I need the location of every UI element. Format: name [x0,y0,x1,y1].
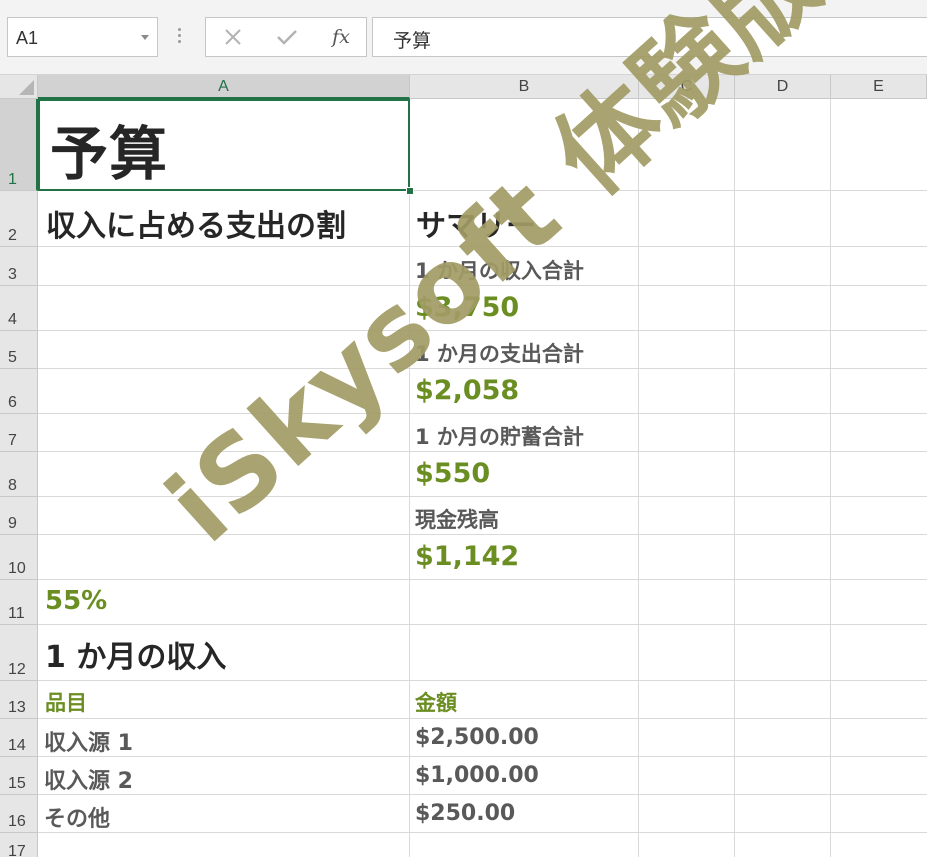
gridline [38,413,927,414]
check-icon[interactable] [272,24,302,50]
drag-handle-icon[interactable] [175,28,185,48]
summary-label-savings: 1 か月の貯蓄合計 [415,425,584,449]
gridline [38,368,927,369]
name-box[interactable]: A1 [7,17,158,57]
income-ratio-label: 収入に占める支出の割 [46,209,346,244]
row-number: 1 [8,171,17,188]
gridline [38,285,927,286]
income-row-item: その他 [44,807,111,832]
row-number: 8 [8,477,17,494]
sheet-grid: A B C D E 1 2 3 4 5 6 7 8 9 10 11 12 13 … [0,75,927,857]
row-header-17[interactable]: 17 [0,833,38,857]
gridline [38,756,927,757]
formula-input[interactable]: 予算 [372,17,927,57]
row-header-1[interactable]: 1 [0,99,38,191]
row-header-12[interactable]: 12 [0,625,38,681]
column-header-b[interactable]: B [410,75,639,99]
gridline [734,99,735,857]
formula-buttons: fx [205,17,367,57]
gridline [38,451,927,452]
spreadsheet-app: A1 fx 予算 A B C D E 1 2 3 4 5 6 7 8 9 10 … [0,0,927,857]
monthly-income-title: 1 か月の収入 [45,640,227,675]
gridline [38,680,927,681]
row-number: 5 [8,349,17,366]
row-number: 16 [8,813,26,830]
summary-label-expense: 1 か月の支出合計 [415,342,584,366]
row-number: 12 [8,661,26,678]
row-header-11[interactable]: 11 [0,580,38,625]
row-number: 6 [8,394,17,411]
column-header-e[interactable]: E [831,75,927,99]
row-header-5[interactable]: 5 [0,331,38,369]
column-header-a[interactable]: A [38,75,410,99]
row-number: 4 [8,311,17,328]
gridline [409,99,410,857]
column-header-c[interactable]: C [639,75,735,99]
gridline [38,794,927,795]
row-header-7[interactable]: 7 [0,414,38,452]
row-header-15[interactable]: 15 [0,757,38,795]
column-header-d[interactable]: D [735,75,831,99]
gridline [38,624,927,625]
gridline [638,99,639,857]
row-header-4[interactable]: 4 [0,286,38,331]
row-header-9[interactable]: 9 [0,497,38,535]
row-number: 15 [8,775,26,792]
select-all-triangle-icon [19,80,34,95]
expense-percent: 55% [45,586,108,616]
cancel-icon[interactable] [218,24,248,50]
summary-label-balance: 現金残高 [415,508,499,532]
name-box-value: A1 [16,28,39,48]
formula-value: 予算 [393,30,432,52]
summary-value-income: $3,750 [415,292,520,323]
gridline [38,579,927,580]
gridline [38,832,927,833]
gridline [38,534,927,535]
summary-value-balance: $1,142 [415,541,520,572]
summary-value-expense: $2,058 [415,375,520,406]
income-row-amount: $1,000.00 [415,763,539,788]
chevron-down-icon[interactable] [141,35,149,40]
row-header-10[interactable]: 10 [0,535,38,580]
row-number: 13 [8,699,26,716]
formula-bar: A1 fx 予算 [0,0,927,75]
row-number: 9 [8,515,17,532]
sheet-title: 予算 [50,120,169,188]
row-header-16[interactable]: 16 [0,795,38,833]
summary-title: サマリー [416,209,536,244]
row-header-6[interactable]: 6 [0,369,38,414]
income-row-amount: $250.00 [415,801,516,826]
insert-function-icon[interactable]: fx [326,24,356,50]
row-header-14[interactable]: 14 [0,719,38,757]
row-number: 7 [8,432,17,449]
income-row-item: 収入源 1 [44,731,133,756]
row-header-3[interactable]: 3 [0,247,38,286]
row-number: 17 [8,843,26,857]
column-header-amount: 金額 [415,691,457,715]
row-number: 14 [8,737,26,754]
income-row-item: 収入源 2 [44,769,133,794]
row-header-2[interactable]: 2 [0,191,38,247]
gridline [38,246,927,247]
row-header-13[interactable]: 13 [0,681,38,719]
summary-label-income: 1 か月の収入合計 [415,259,584,283]
column-header-item: 品目 [45,691,87,715]
cells-area[interactable]: 予算 収入に占める支出の割 サマリー 1 か月の収入合計 $3,750 1 か月… [38,99,927,857]
gridline [38,496,927,497]
row-number: 2 [8,227,17,244]
gridline [38,330,927,331]
row-number: 3 [8,266,17,283]
income-row-amount: $2,500.00 [415,725,539,750]
select-all-button[interactable] [0,75,38,99]
row-header-8[interactable]: 8 [0,452,38,497]
row-number: 11 [8,605,25,622]
gridline [38,190,927,191]
row-number: 10 [8,560,26,577]
gridline [38,718,927,719]
summary-value-savings: $550 [415,458,491,489]
fill-handle[interactable] [406,187,414,195]
gridline [830,99,831,857]
